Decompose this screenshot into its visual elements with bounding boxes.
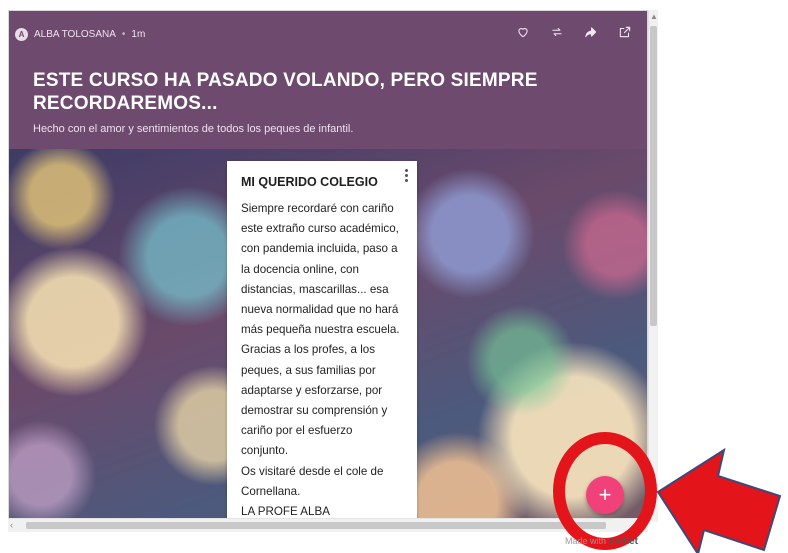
add-post-button[interactable]: + xyxy=(586,476,624,514)
heart-icon[interactable] xyxy=(515,24,531,40)
repost-icon[interactable] xyxy=(549,24,565,40)
post-actions xyxy=(515,24,633,40)
made-with-text: Made with xyxy=(565,536,607,546)
open-external-icon[interactable] xyxy=(617,24,633,40)
horizontal-scrollbar[interactable]: ‹ xyxy=(8,518,648,532)
horizontal-scroll-thumb[interactable] xyxy=(26,522,606,529)
made-with-padlet[interactable]: Made with padlet xyxy=(565,536,638,547)
post-title: ESTE CURSO HA PASADO VOLANDO, PERO SIEMP… xyxy=(33,70,538,114)
scroll-up-icon[interactable]: ▲ xyxy=(650,12,658,21)
card-body: Siempre recordaré con cariño este extrañ… xyxy=(241,202,400,519)
author-name[interactable]: ALBA TOLOSANA xyxy=(34,29,116,40)
more-options-icon[interactable] xyxy=(405,169,409,182)
pointer-arrow xyxy=(656,448,782,553)
avatar[interactable]: A xyxy=(15,27,28,41)
bokeh-wallpaper: MI QUERIDO COLEGIO Siempre recordaré con… xyxy=(9,149,647,531)
scroll-left-icon[interactable]: ‹ xyxy=(10,520,13,530)
post-header: A ALBA TOLOSANA • 1m ESTE CURSO HA PASAD… xyxy=(9,11,647,149)
post-subtitle: Hecho con el amor y sentimientos de todo… xyxy=(33,123,354,135)
post-time: 1m xyxy=(131,28,146,40)
vertical-scroll-thumb[interactable] xyxy=(650,26,657,326)
vertical-scrollbar[interactable]: ▲ xyxy=(648,10,658,522)
card-title: MI QUERIDO COLEGIO xyxy=(241,175,378,189)
meta-separator: • xyxy=(121,28,126,40)
post-card[interactable]: MI QUERIDO COLEGIO Siempre recordaré con… xyxy=(227,161,417,531)
share-arrow-icon[interactable] xyxy=(583,24,599,40)
author-row: A ALBA TOLOSANA • 1m xyxy=(15,25,145,43)
padlet-post-frame: A ALBA TOLOSANA • 1m ESTE CURSO HA PASAD… xyxy=(8,10,648,532)
padlet-brand[interactable]: padlet xyxy=(609,536,638,547)
